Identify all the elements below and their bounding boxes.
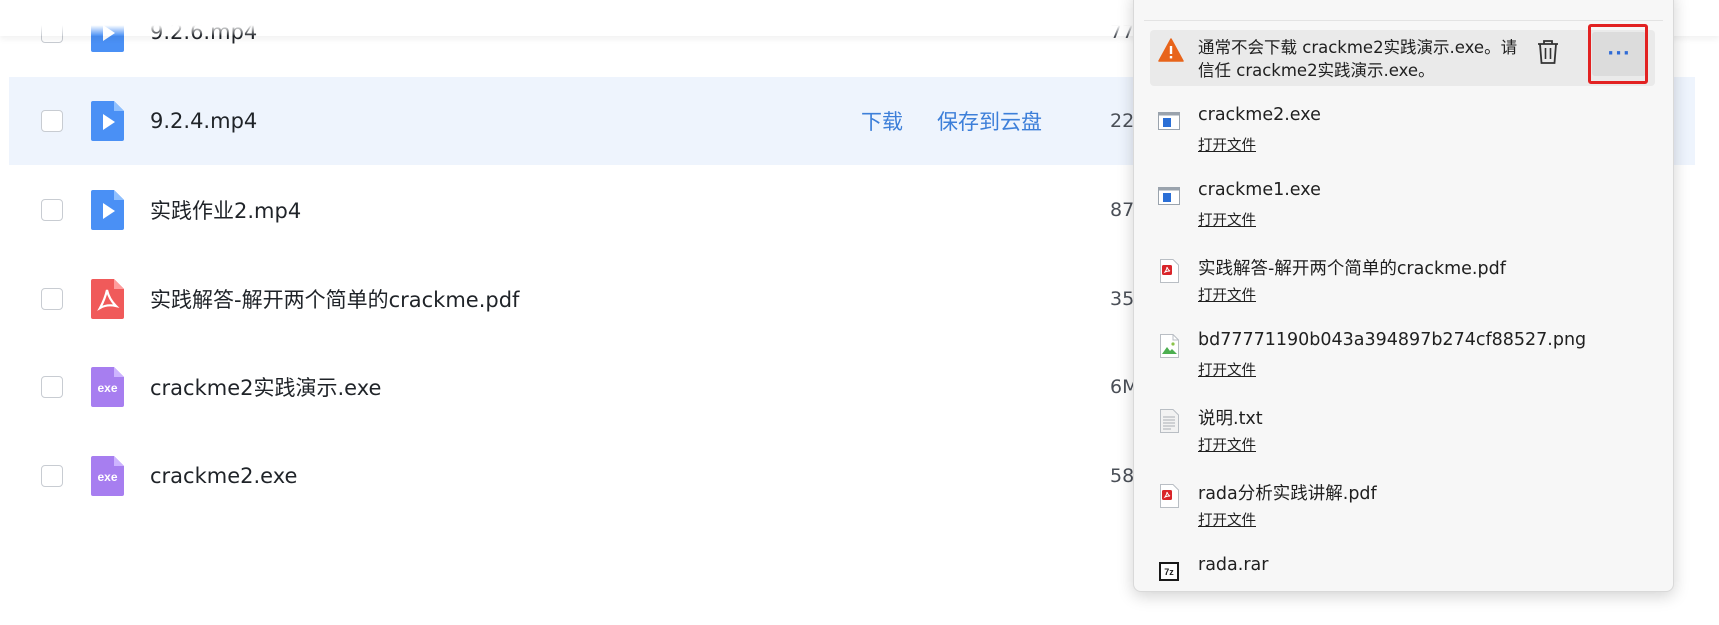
file-name[interactable]: 9.2.4.mp4 [150, 109, 257, 133]
warning-line-1: 通常不会下载 crackme2实践演示.exe。请 [1198, 38, 1518, 57]
download-item[interactable]: crackme1.exe 打开文件 [1150, 180, 1650, 250]
file-size: 58 [1110, 465, 1135, 487]
panel-divider [1144, 20, 1663, 21]
row-checkbox[interactable] [41, 110, 63, 132]
file-name[interactable]: 实践作业2.mp4 [150, 195, 301, 225]
exe-file-icon: exe [91, 367, 124, 407]
download-file-name: crackme1.exe [1198, 180, 1321, 200]
download-file-name: 实践解答-解开两个简单的crackme.pdf [1198, 259, 1506, 279]
download-item[interactable]: rada分析实践讲解.pdf 打开文件 [1150, 480, 1650, 550]
file-size: 35 [1110, 288, 1135, 310]
file-size: 22 [1110, 110, 1135, 132]
download-file-name: rada.rar [1198, 555, 1269, 575]
download-item[interactable]: crackme2.exe 打开文件 [1150, 105, 1650, 175]
open-file-link[interactable]: 打开文件 [1198, 209, 1256, 230]
video-file-icon [91, 101, 124, 141]
text-file-icon [1160, 409, 1179, 433]
file-name[interactable]: crackme2实践演示.exe [150, 372, 381, 402]
download-file-name: bd77771190b043a394897b274cf88527.png [1198, 330, 1587, 350]
warning-line-2: 信任 crackme2实践演示.exe。 [1198, 60, 1435, 80]
pdf-file-icon [1160, 259, 1179, 283]
exe-file-icon [1158, 187, 1180, 205]
row-checkbox[interactable] [41, 376, 63, 398]
file-size: 87 [1110, 199, 1135, 221]
download-file-name: 说明.txt [1198, 409, 1263, 429]
exe-file-icon: exe [91, 456, 124, 496]
download-item[interactable]: 7z rada.rar [1150, 555, 1650, 625]
download-item[interactable]: bd77771190b043a394897b274cf88527.png 打开文… [1150, 330, 1650, 400]
open-file-link[interactable]: 打开文件 [1198, 284, 1256, 305]
save-to-cloud-link[interactable]: 保存到云盘 [937, 106, 1042, 136]
download-file-name: crackme2.exe [1198, 105, 1321, 125]
file-name[interactable]: 实践解答-解开两个简单的crackme.pdf [150, 284, 519, 314]
row-checkbox[interactable] [41, 465, 63, 487]
pdf-file-icon [91, 279, 124, 319]
warning-icon [1158, 38, 1184, 62]
download-link[interactable]: 下载 [861, 106, 903, 136]
file-name[interactable]: crackme2.exe [150, 464, 297, 488]
download-file-name: rada分析实践讲解.pdf [1198, 484, 1377, 504]
image-file-icon [1160, 334, 1179, 358]
open-file-link[interactable]: 打开文件 [1198, 509, 1256, 530]
more-icon: ··· [1607, 43, 1631, 64]
archive-file-icon: 7z [1159, 562, 1179, 581]
pdf-file-icon [1160, 484, 1179, 508]
open-file-link[interactable]: 打开文件 [1198, 434, 1256, 455]
open-file-link[interactable]: 打开文件 [1198, 134, 1256, 155]
blocked-download-message: 通常不会下载 crackme2实践演示.exe。请 信任 crackme2实践演… [1198, 37, 1536, 82]
download-item[interactable]: 实践解答-解开两个简单的crackme.pdf 打开文件 [1150, 255, 1650, 325]
delete-icon[interactable] [1535, 37, 1561, 67]
exe-icon-label: exe [97, 381, 117, 395]
more-actions-button[interactable]: ··· [1592, 32, 1646, 76]
open-file-link[interactable]: 打开文件 [1198, 359, 1256, 380]
row-checkbox[interactable] [41, 199, 63, 221]
video-file-icon [91, 190, 124, 230]
row-checkbox[interactable] [41, 288, 63, 310]
download-item[interactable]: 说明.txt 打开文件 [1150, 405, 1650, 475]
exe-file-icon [1158, 112, 1180, 130]
exe-icon-label: exe [97, 470, 117, 484]
